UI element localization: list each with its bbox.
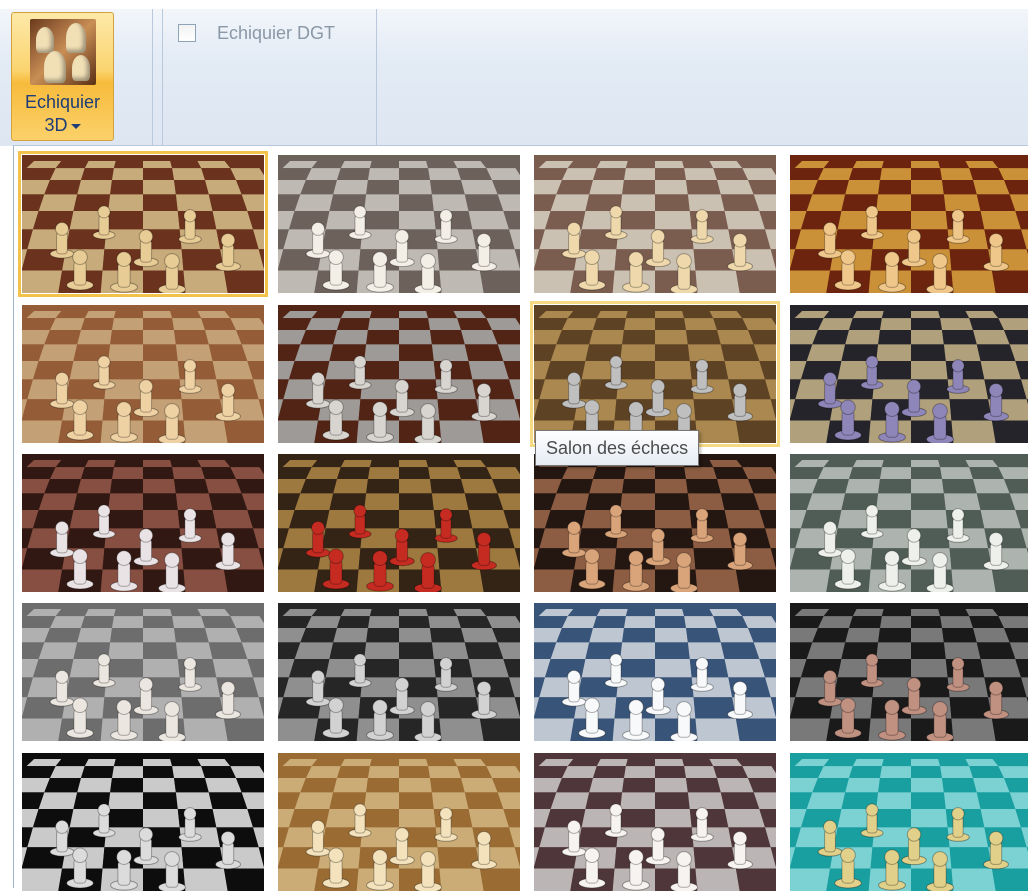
- board-theme-thumbnail: [534, 753, 776, 891]
- board-theme-robot-player[interactable]: [22, 454, 264, 592]
- board-theme-thumbnail: [278, 305, 520, 443]
- board-3d-label: Echiquier: [24, 92, 101, 112]
- group-separator: [376, 9, 377, 146]
- dgt-board-checkbox[interactable]: Echiquier DGT: [178, 22, 335, 44]
- board-theme-thumbnail: [790, 155, 1028, 293]
- board-theme-thumbnail: [790, 753, 1028, 891]
- board-theme-orange-wood-board[interactable]: [790, 155, 1028, 293]
- group-separator: [162, 9, 163, 146]
- board-theme-thumbnail: [534, 155, 776, 293]
- board-theme-santa-player[interactable]: [278, 454, 520, 592]
- board-theme-thumbnail: [534, 305, 776, 443]
- board-theme-thumbnail: [278, 753, 520, 891]
- board-theme-gallery: [13, 145, 1028, 891]
- board-theme-thumbnail: [790, 454, 1028, 592]
- board-theme-black-white-board[interactable]: [22, 753, 264, 891]
- board-theme-dark-metal-board[interactable]: [790, 603, 1028, 741]
- board-theme-thumbnail: [22, 305, 264, 443]
- board-theme-thumbnail: [534, 454, 776, 592]
- board-theme-thumbnail: [278, 454, 520, 592]
- board-theme-thumbnail: [790, 603, 1028, 741]
- board-3d-label: 3D: [12, 114, 113, 136]
- chess-pieces-icon: [30, 19, 96, 85]
- tooltip: Salon des échecs: [535, 430, 700, 466]
- group-separator: [152, 9, 153, 146]
- ribbon: Echiquier 3D Echiquier DGT: [0, 0, 1028, 146]
- board-3d-dropdown-button[interactable]: Echiquier 3D: [11, 12, 114, 141]
- board-theme-fireplace-room[interactable]: [278, 305, 520, 443]
- board-theme-plain-wood-board[interactable]: [22, 305, 264, 443]
- board-theme-cyan-board[interactable]: [790, 753, 1028, 891]
- board-theme-thumbnail: [278, 155, 520, 293]
- dropdown-arrow-icon: [70, 123, 81, 129]
- board-theme-dark-wood-board[interactable]: [18, 151, 268, 297]
- board-theme-thumbnail: [22, 603, 264, 741]
- board-theme-thumbnail: [534, 603, 776, 741]
- board-theme-thumbnail: [278, 603, 520, 741]
- board-theme-chess-salon[interactable]: [530, 301, 780, 447]
- board-theme-ice-board[interactable]: [534, 603, 776, 741]
- checkbox-icon[interactable]: [178, 24, 196, 42]
- board-theme-dark-grey-board[interactable]: [278, 603, 520, 741]
- ribbon-top-strip: [0, 0, 1028, 9]
- board-theme-egyptian-statues[interactable]: [790, 305, 1028, 443]
- board-theme-rose-marble-board[interactable]: [534, 753, 776, 891]
- board-theme-silver-marble-board[interactable]: [22, 603, 264, 741]
- board-theme-thumbnail: [22, 753, 264, 891]
- board-theme-light-wood-board[interactable]: [278, 753, 520, 891]
- board-theme-green-marble-board[interactable]: [790, 454, 1028, 592]
- board-theme-light-marble-board[interactable]: [534, 155, 776, 293]
- board-theme-thumbnail: [790, 305, 1028, 443]
- board-theme-thumbnail: [22, 155, 264, 293]
- board-3d-label-line2: 3D: [44, 115, 68, 135]
- board-theme-lady-player[interactable]: [534, 454, 776, 592]
- dgt-board-label: Echiquier DGT: [217, 22, 336, 43]
- board-theme-thumbnail: [22, 454, 264, 592]
- board-theme-grey-marble-board[interactable]: [278, 155, 520, 293]
